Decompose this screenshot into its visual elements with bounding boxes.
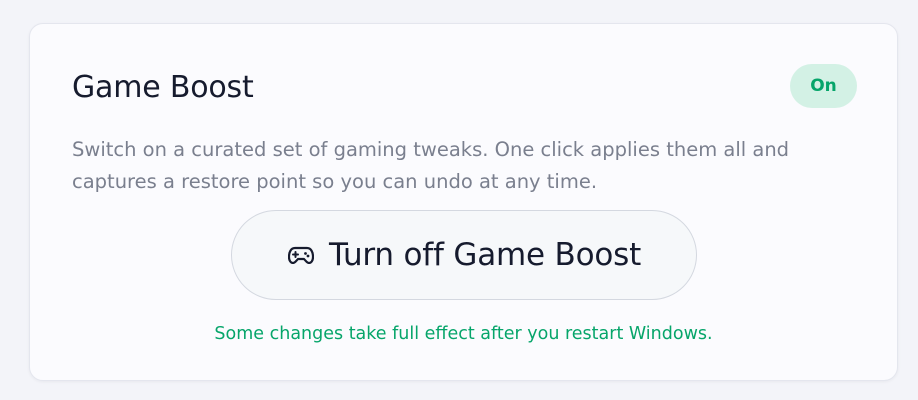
turn-off-game-boost-button[interactable]: Turn off Game Boost	[231, 210, 697, 300]
gamepad-icon	[287, 245, 315, 265]
restart-note: Some changes take full effect after you …	[214, 324, 713, 344]
turn-off-game-boost-label: Turn off Game Boost	[328, 237, 642, 273]
status-badge: On	[790, 64, 857, 108]
card-description: Switch on a curated set of gaming tweaks…	[72, 138, 790, 193]
game-boost-card: Game Boost On Switch on a curated set of…	[29, 23, 898, 381]
card-title: Game Boost	[72, 70, 254, 105]
